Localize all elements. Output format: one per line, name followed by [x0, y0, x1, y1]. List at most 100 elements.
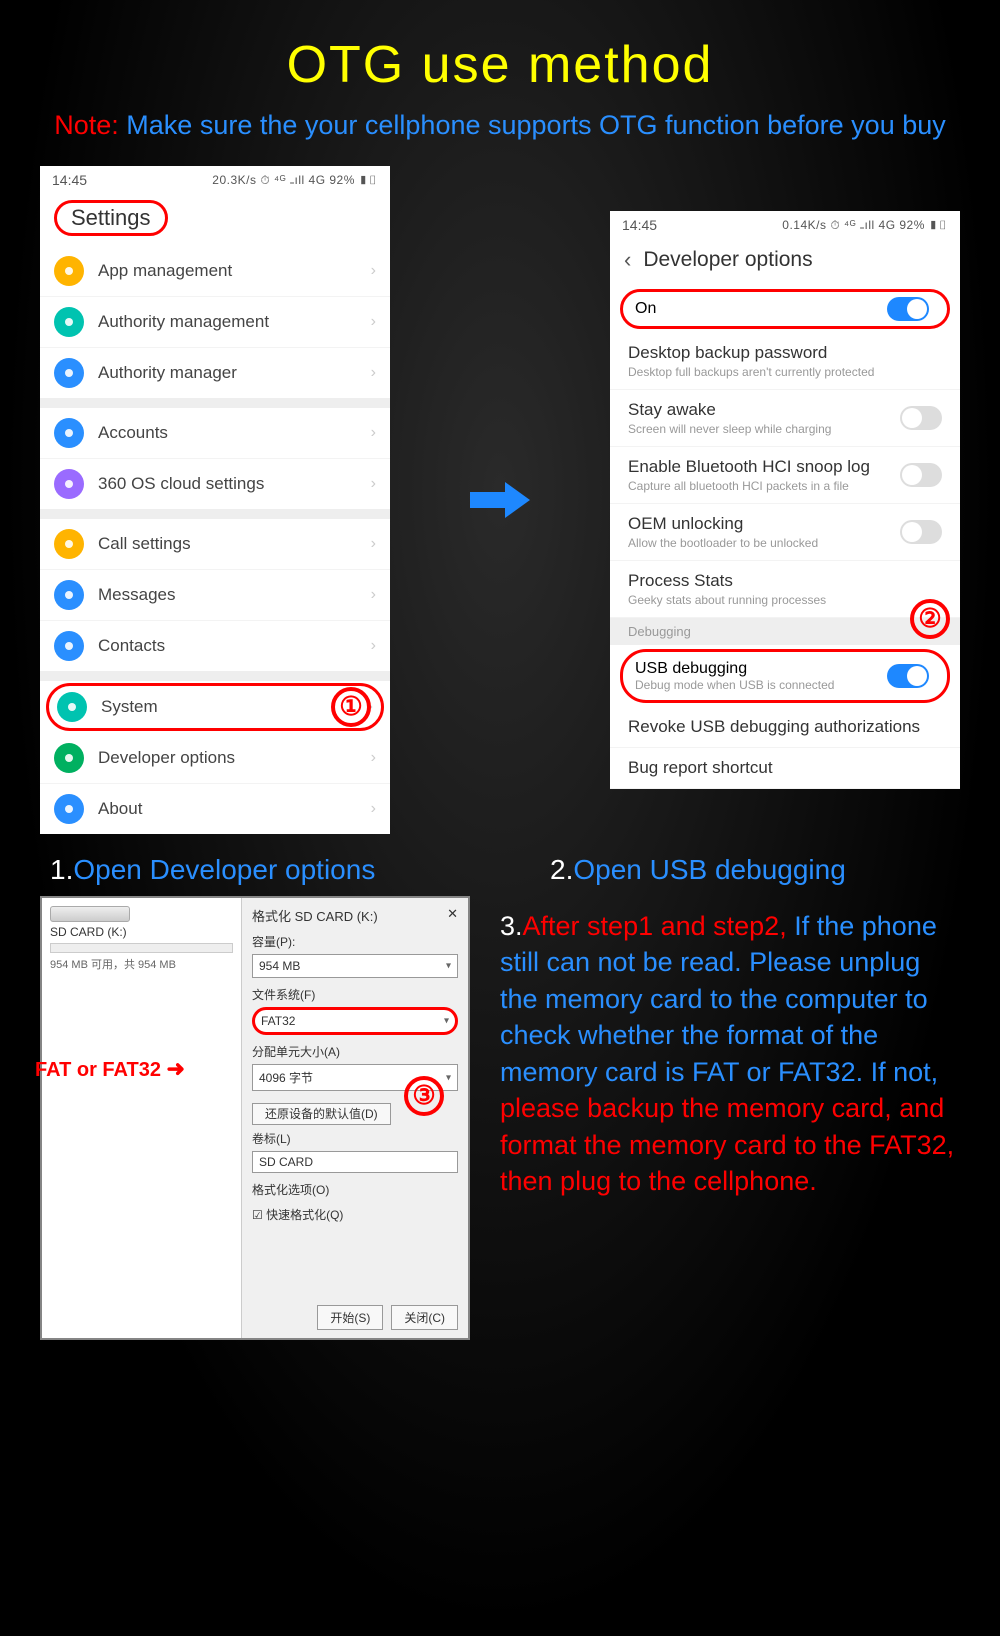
row-label: Accounts: [98, 423, 371, 443]
capacity-select[interactable]: 954 MB ▾: [252, 954, 458, 978]
revoke-label: Revoke USB debugging authorizations: [628, 717, 942, 737]
step3-num: 3.: [500, 911, 523, 941]
settings-row[interactable]: Accounts›: [40, 408, 390, 459]
close-button[interactable]: 关闭(C): [391, 1305, 458, 1330]
start-button[interactable]: 开始(S): [317, 1305, 383, 1330]
dev-row[interactable]: Process StatsGeeky stats about running p…: [610, 561, 960, 618]
row-icon: [54, 580, 84, 610]
on-label: On: [635, 300, 656, 317]
caption-2-num: 2.: [550, 854, 573, 885]
chevron-down-icon: ▾: [446, 961, 451, 972]
toggle[interactable]: [900, 406, 942, 430]
sd-card-item[interactable]: SD CARD (K:) 954 MB 可用，共 954 MB: [50, 906, 233, 972]
dev-row[interactable]: OEM unlockingAllow the bootloader to be …: [610, 504, 960, 561]
volume-input[interactable]: SD CARD: [252, 1151, 458, 1173]
chevron-right-icon: ›: [371, 364, 376, 382]
settings-row[interactable]: Authority manager›: [40, 348, 390, 398]
row-label: Authority manager: [98, 363, 371, 383]
sd-usage-bar: [50, 943, 233, 953]
restore-defaults-button[interactable]: 还原设备的默认值(D): [252, 1103, 391, 1125]
filesystem-select[interactable]: FAT32▾: [252, 1007, 458, 1035]
settings-row[interactable]: Messages›: [40, 570, 390, 621]
debugging-category: Debugging ②: [610, 618, 960, 645]
volume-label: 卷标(L): [252, 1130, 458, 1147]
developer-header: ‹ Developer options: [610, 239, 960, 285]
back-icon[interactable]: ‹: [624, 247, 631, 273]
note-label: Note:: [54, 110, 119, 140]
fat-text: FAT or FAT32: [35, 1059, 161, 1081]
format-dialog: 格式化 SD CARD (K:) ✕ 容量(P): 954 MB▾ 文件系统(F…: [242, 898, 468, 1338]
chevron-down-icon: ▾: [446, 1072, 451, 1083]
dev-row[interactable]: Desktop backup passwordDesktop full back…: [610, 333, 960, 390]
capacity-value: 954 MB: [259, 959, 300, 973]
format-window: SD CARD (K:) 954 MB 可用，共 954 MB 格式化 SD C…: [40, 896, 470, 1340]
settings-row[interactable]: App management›: [40, 246, 390, 297]
settings-row[interactable]: Authority management›: [40, 297, 390, 348]
settings-row[interactable]: Contacts›: [40, 621, 390, 671]
toggle[interactable]: [900, 520, 942, 544]
row-label: 360 OS cloud settings: [98, 474, 371, 494]
category-label: Debugging: [628, 624, 691, 639]
phone-settings: 14:45 20.3K/s ⏱ ⁴ᴳ ₌ıll 4G 92% ▮▯ Settin…: [40, 166, 390, 834]
chevron-right-icon: ›: [371, 800, 376, 818]
step-2-badge: ②: [910, 599, 950, 639]
section-gap: [40, 509, 390, 519]
sd-card-title: SD CARD (K:): [50, 925, 233, 939]
row-label: Developer options: [98, 748, 371, 768]
step3-red1: After step1 and step2,: [523, 911, 787, 941]
options-label: 格式化选项(O): [252, 1181, 458, 1198]
row-icon: [54, 794, 84, 824]
row-icon: [54, 418, 84, 448]
chevron-down-icon: ▾: [444, 1016, 449, 1027]
step-1-badge: ①: [331, 687, 371, 727]
status-time: 14:45: [52, 172, 87, 188]
chevron-right-icon: ›: [371, 313, 376, 331]
dev-label: OEM unlocking: [628, 514, 942, 534]
note-line: Note: Make sure the your cellphone suppo…: [0, 110, 1000, 166]
close-icon[interactable]: ✕: [447, 906, 458, 925]
caption-1-num: 1.: [50, 854, 73, 885]
sd-card-sub: 954 MB 可用，共 954 MB: [50, 956, 233, 972]
dev-sub: Desktop full backups aren't currently pr…: [628, 365, 942, 379]
chevron-right-icon: ›: [371, 637, 376, 655]
toggle[interactable]: [900, 463, 942, 487]
row-icon: [57, 692, 87, 722]
status-right: 20.3K/s ⏱ ⁴ᴳ ₌ıll 4G 92% ▮▯: [212, 173, 378, 188]
row-label: System: [101, 697, 368, 717]
settings-title-highlight: Settings: [54, 200, 168, 236]
alloc-label: 分配单元大小(A): [252, 1043, 458, 1060]
row-icon: [54, 743, 84, 773]
section-gap: [40, 671, 390, 681]
usb-debugging-row[interactable]: USB debugging Debug mode when USB is con…: [620, 649, 950, 703]
on-toggle-row[interactable]: On: [620, 289, 950, 329]
row-label: Call settings: [98, 534, 371, 554]
settings-row[interactable]: System›①: [46, 683, 384, 731]
note-text: Make sure the your cellphone supports OT…: [126, 110, 945, 140]
dev-row[interactable]: Enable Bluetooth HCI snoop logCapture al…: [610, 447, 960, 504]
dev-label: Enable Bluetooth HCI snoop log: [628, 457, 942, 477]
toggle-on[interactable]: [887, 297, 929, 321]
settings-row[interactable]: 360 OS cloud settings›: [40, 459, 390, 509]
fs-label: 文件系统(F): [252, 986, 458, 1003]
arrow-right-icon: ➜: [167, 1056, 185, 1081]
dev-row[interactable]: Stay awakeScreen will never sleep while …: [610, 390, 960, 447]
settings-row[interactable]: About›: [40, 784, 390, 834]
section-gap: [40, 398, 390, 408]
settings-row[interactable]: Developer options›: [40, 733, 390, 784]
quick-format-checkbox[interactable]: ☑ 快速格式化(Q): [252, 1206, 458, 1223]
revoke-row[interactable]: Revoke USB debugging authorizations: [610, 707, 960, 748]
settings-row[interactable]: Call settings›: [40, 519, 390, 570]
bug-row[interactable]: Bug report shortcut: [610, 748, 960, 789]
row-label: About: [98, 799, 371, 819]
caption-2-text: Open USB debugging: [573, 854, 845, 885]
usb-toggle[interactable]: [887, 664, 929, 688]
chevron-right-icon: ›: [371, 749, 376, 767]
caption-2: 2.Open USB debugging: [500, 834, 1000, 896]
status-time: 14:45: [622, 217, 657, 233]
dev-label: Process Stats: [628, 571, 942, 591]
row-icon: [54, 529, 84, 559]
caption-1: 1.Open Developer options: [0, 834, 500, 896]
dev-sub: Screen will never sleep while charging: [628, 422, 942, 436]
capacity-label: 容量(P):: [252, 933, 458, 950]
quick-label: 快速格式化(Q): [266, 1208, 343, 1222]
